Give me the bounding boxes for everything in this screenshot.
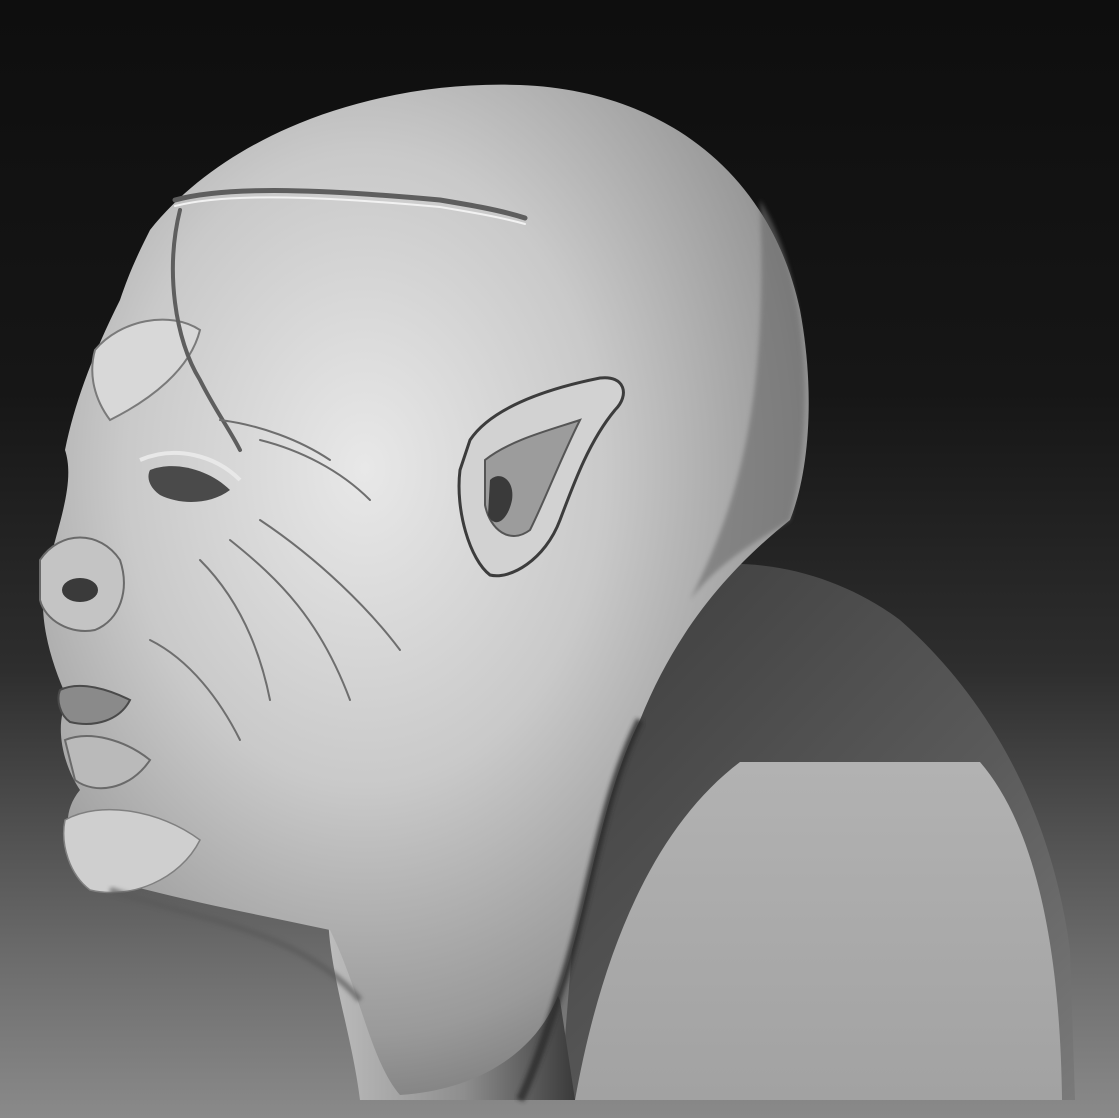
nostril: [62, 578, 98, 602]
sculpt-viewport: [0, 0, 1119, 1118]
bust-render: [39, 84, 1075, 1102]
